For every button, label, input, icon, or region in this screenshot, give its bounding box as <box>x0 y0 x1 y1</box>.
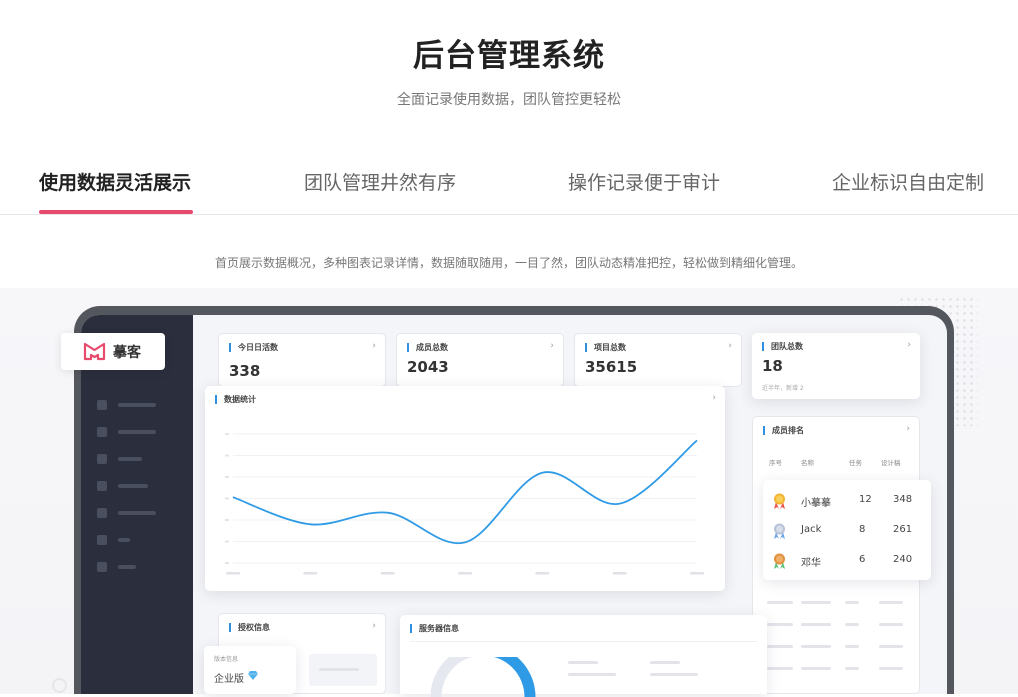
bronze-medal-icon <box>773 553 786 569</box>
brand-name: 摹客 <box>113 342 141 362</box>
member-name: Jack <box>801 524 821 535</box>
member-tasks: 8 <box>859 524 865 535</box>
license-title: 授权信息 <box>229 623 270 632</box>
active-tab-indicator <box>39 210 193 214</box>
x-tick-placeholder <box>226 572 240 575</box>
stat-title: 成员总数 <box>407 343 448 352</box>
y-tick-placeholder <box>225 498 229 500</box>
x-tick-placeholder <box>613 572 627 575</box>
ranking-title: 成员排名 <box>763 426 804 435</box>
stat-value: 2043 <box>407 358 449 376</box>
member-name: 小摹摹 <box>801 494 831 509</box>
stat-value: 18 <box>762 357 783 375</box>
chevron-right-icon[interactable]: › <box>728 341 732 351</box>
ranking-header-index: 序号 <box>769 457 782 467</box>
member-tasks: 12 <box>859 494 872 505</box>
tab-operation-log[interactable]: 操作记录便于审计 <box>568 168 720 195</box>
member-name: 邓华 <box>801 554 821 569</box>
data-stats-card: 数据统计 › <box>205 386 725 591</box>
edition-value: 企业版 <box>214 670 244 685</box>
stat-note: 近半年，新增 2 <box>762 383 804 392</box>
member-designs: 261 <box>893 524 912 535</box>
member-designs: 348 <box>893 494 912 505</box>
ranking-top3-popup: 小摹摹 12 348 Jack 8 261 邓华 6 240 <box>763 480 931 580</box>
x-tick-placeholder <box>303 572 317 575</box>
y-tick-placeholder <box>225 433 229 435</box>
stat-value: 35615 <box>585 358 637 376</box>
stat-card-daily-active[interactable]: 今日日活数 › 338 <box>218 333 386 387</box>
member-designs: 240 <box>893 554 912 565</box>
ranking-row[interactable]: 小摹摹 12 348 <box>763 486 931 514</box>
silver-medal-icon <box>773 523 786 539</box>
x-tick-placeholder <box>458 572 472 575</box>
diamond-icon <box>248 670 258 680</box>
stat-value: 338 <box>229 362 260 380</box>
dashboard-sidebar <box>81 315 193 694</box>
page-subtitle: 全面记录使用数据，团队管控更轻松 <box>0 89 1018 109</box>
page-title: 后台管理系统 <box>0 30 1018 75</box>
x-tick-placeholder <box>535 572 549 575</box>
line-chart <box>205 386 725 591</box>
server-donut-chart <box>428 657 538 697</box>
ranking-header-name: 名称 <box>801 457 814 467</box>
stat-title: 今日日活数 <box>229 343 278 352</box>
chevron-right-icon[interactable]: › <box>372 621 376 631</box>
x-tick-placeholder <box>381 572 395 575</box>
edition-label: 版本信息 <box>214 654 238 663</box>
feature-tabs: 使用数据灵活展示 团队管理井然有序 操作记录便于审计 企业标识自由定制 <box>0 160 1018 215</box>
ranking-header-tasks: 任务 <box>849 457 862 467</box>
gold-medal-icon <box>773 493 786 509</box>
chevron-right-icon[interactable]: › <box>550 341 554 351</box>
server-title: 服务器信息 <box>410 624 459 633</box>
x-tick-placeholder <box>690 572 704 575</box>
tab-enterprise-branding[interactable]: 企业标识自由定制 <box>832 168 984 195</box>
chevron-right-icon[interactable]: › <box>907 340 911 350</box>
tab-team-management[interactable]: 团队管理井然有序 <box>304 168 456 195</box>
ranking-row[interactable]: Jack 8 261 <box>763 516 931 544</box>
server-card: 服务器信息 <box>400 615 767 694</box>
feature-description: 首页展示数据概况，多种图表记录详情，数据随取随用，一目了然，团队动态精准把控，轻… <box>0 254 1018 271</box>
stat-title: 团队总数 <box>762 342 803 351</box>
stat-card-members[interactable]: 成员总数 › 2043 <box>396 333 564 387</box>
y-tick-placeholder <box>225 476 229 478</box>
decorative-circle <box>52 678 67 693</box>
y-tick-placeholder <box>225 519 229 521</box>
stat-title: 项目总数 <box>585 343 626 352</box>
y-tick-placeholder <box>225 455 229 457</box>
y-tick-placeholder <box>225 541 229 543</box>
edition-popup: 版本信息 企业版 <box>204 646 296 694</box>
stat-card-teams[interactable]: 团队总数 › 18 近半年，新增 2 <box>752 333 920 399</box>
ranking-row[interactable]: 邓华 6 240 <box>763 546 931 574</box>
tab-usage-data[interactable]: 使用数据灵活展示 <box>39 168 191 195</box>
ranking-header-designs: 设计稿 <box>881 457 901 467</box>
brand-logo-card: 摹客 <box>61 333 165 370</box>
y-tick-placeholder <box>225 562 229 564</box>
member-tasks: 6 <box>859 554 865 565</box>
mockplus-logo-icon <box>83 342 106 361</box>
chevron-right-icon[interactable]: › <box>906 424 910 434</box>
chevron-right-icon[interactable]: › <box>372 341 376 351</box>
stat-card-projects[interactable]: 项目总数 › 35615 <box>574 333 742 387</box>
